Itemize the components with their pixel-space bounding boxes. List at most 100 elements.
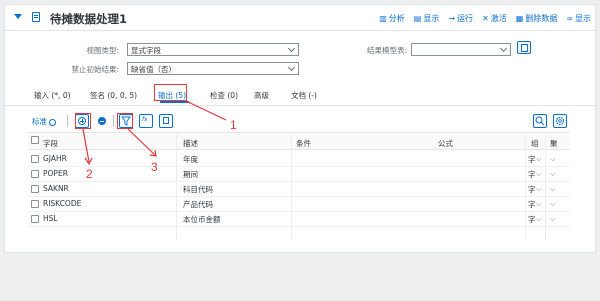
annotation-box-filter-button xyxy=(117,113,133,129)
view-type-label: 视图类型: xyxy=(86,46,119,55)
group-cell[interactable]: 字 xyxy=(528,199,536,210)
search-button[interactable] xyxy=(533,114,547,128)
col-description: 描述 xyxy=(183,139,198,148)
variant-label: 标准 xyxy=(32,117,47,126)
field-cell: HSL xyxy=(43,214,58,223)
chevron-down-icon[interactable]: ⌵ xyxy=(536,185,541,194)
active-tab-indicator xyxy=(160,101,189,103)
chevron-down-icon[interactable]: ⌵ xyxy=(550,155,555,164)
chevron-down-icon xyxy=(499,44,508,53)
result-model-select[interactable] xyxy=(411,43,511,56)
field-cell: RISKCODE xyxy=(43,199,82,208)
tab-input[interactable]: 输入 (*, 0) xyxy=(34,90,71,101)
description-cell: 科目代码 xyxy=(183,185,213,194)
tab-documentation[interactable]: 文档 (-) xyxy=(291,90,317,101)
group-cell[interactable]: 字 xyxy=(528,169,536,180)
display-icon: ▤ xyxy=(413,14,422,23)
disable-init-label: 禁止初始结果: xyxy=(71,65,119,74)
group-cell[interactable]: 字 xyxy=(528,154,536,165)
annotation-number-1: 1 xyxy=(230,118,237,132)
col-aggregate: 聚 xyxy=(550,139,558,148)
settings-button[interactable] xyxy=(553,114,567,128)
table-header: 字段 描述 条件 公式 组 聚 xyxy=(28,132,570,150)
analyze-label: 分析 xyxy=(388,14,405,23)
activate-button[interactable]: ✕ 激活 xyxy=(482,13,507,24)
chevron-down-icon[interactable]: ⌵ xyxy=(536,200,541,209)
remove-row-button[interactable] xyxy=(95,114,109,128)
header-toolbar: ▥ 分析 ▤ 显示 → 运行 ✕ 激活 ▦ 删除数据 ∞ 显示 xyxy=(379,13,591,24)
variant-selector[interactable]: 标准 xyxy=(32,116,56,127)
tab-advanced[interactable]: 高级 xyxy=(254,90,269,101)
display-label: 显示 xyxy=(423,14,440,23)
formula-button[interactable]: fx xyxy=(139,114,153,128)
description-cell: 本位币金额 xyxy=(183,215,221,224)
delete-icon: ▦ xyxy=(515,14,524,23)
annotation-number-3: 3 xyxy=(151,160,158,174)
field-cell: GJAHR xyxy=(43,154,67,163)
display-button[interactable]: ▤ 显示 xyxy=(414,13,440,24)
chevron-down-icon xyxy=(287,63,296,72)
table-row[interactable]: RISKCODE 产品代码 字 ⌵ ⌵ xyxy=(28,197,570,212)
chevron-down-icon[interactable]: ⌵ xyxy=(550,215,555,224)
col-formula: 公式 xyxy=(438,139,453,148)
row-checkbox[interactable] xyxy=(31,200,39,208)
table-row[interactable]: POPER 期间 字 ⌵ ⌵ xyxy=(28,167,570,182)
collapse-icon[interactable] xyxy=(14,14,22,19)
view-type-select[interactable]: 显式字段 xyxy=(127,43,299,56)
bar-chart-icon: ▥ xyxy=(379,14,387,23)
description-cell: 期间 xyxy=(183,170,198,179)
result-model-label: 结果模型表: xyxy=(366,46,407,55)
gear-icon xyxy=(555,116,565,126)
row-checkbox[interactable] xyxy=(31,215,39,223)
activate-icon: ✕ xyxy=(482,14,489,23)
tab-bar: 输入 (*, 0) 签名 (0, 0, 5) 输出 (5) 检查 (0) 高级 … xyxy=(5,88,595,106)
field-cell: SAKNR xyxy=(43,184,69,193)
run-button[interactable]: → 运行 xyxy=(448,13,473,24)
show-button[interactable]: ∞ 显示 xyxy=(566,13,591,24)
disable-init-value: 缺省值（否） xyxy=(131,65,176,74)
chevron-down-icon[interactable]: ⌵ xyxy=(550,200,555,209)
remove-icon xyxy=(98,117,106,125)
description-cell: 产品代码 xyxy=(183,200,213,209)
chevron-down-icon[interactable]: ⌵ xyxy=(536,170,541,179)
chevron-down-icon[interactable]: ⌵ xyxy=(550,170,555,179)
chevron-down-icon[interactable]: ⌵ xyxy=(536,155,541,164)
activate-label: 激活 xyxy=(490,14,507,23)
group-cell[interactable]: 字 xyxy=(528,214,536,225)
run-label: 运行 xyxy=(457,14,474,23)
annotation-number-2: 2 xyxy=(86,167,93,181)
chevron-circle-icon xyxy=(49,118,56,126)
disable-init-select[interactable]: 缺省值（否） xyxy=(127,62,299,75)
select-all-checkbox[interactable] xyxy=(31,136,39,144)
grid-toolbar: 标准 fx xyxy=(28,112,570,130)
row-checkbox[interactable] xyxy=(31,185,39,193)
group-cell[interactable]: 字 xyxy=(528,184,536,195)
copy-button[interactable] xyxy=(159,114,173,128)
annotation-box-add-button xyxy=(75,113,91,129)
value-help-icon[interactable] xyxy=(517,41,531,54)
table-row[interactable]: GJAHR 年度 字 ⌵ ⌵ xyxy=(28,152,570,167)
tab-check[interactable]: 检查 (0) xyxy=(210,90,238,101)
analyze-button[interactable]: ▥ 分析 xyxy=(379,13,405,24)
row-checkbox[interactable] xyxy=(31,155,39,163)
table-row[interactable]: SAKNR 科目代码 字 ⌵ ⌵ xyxy=(28,182,570,197)
main-panel: 待摊数据处理1 ▥ 分析 ▤ 显示 → 运行 ✕ 激活 ▦ 删除数据 ∞ 显示 … xyxy=(4,4,596,253)
glasses-icon: ∞ xyxy=(566,14,573,23)
chevron-down-icon xyxy=(287,44,296,53)
table-row[interactable]: HSL 本位币金额 字 ⌵ ⌵ xyxy=(28,212,570,227)
run-arrow-icon: → xyxy=(448,14,456,23)
document-icon xyxy=(32,12,40,22)
row-checkbox[interactable] xyxy=(31,170,39,178)
view-type-value: 显式字段 xyxy=(131,46,161,55)
search-icon xyxy=(535,116,545,126)
chevron-down-icon[interactable]: ⌵ xyxy=(536,215,541,224)
toolbar-separator xyxy=(67,115,68,127)
chevron-down-icon[interactable]: ⌵ xyxy=(550,185,555,194)
col-group: 组 xyxy=(531,139,539,148)
tab-signature[interactable]: 签名 (0, 0, 5) xyxy=(90,90,137,101)
show-label: 显示 xyxy=(575,14,591,23)
delete-data-label: 删除数据 xyxy=(525,14,558,23)
delete-data-button[interactable]: ▦ 删除数据 xyxy=(516,13,558,24)
annotation-box-output-tab xyxy=(154,84,187,101)
col-field: 字段 xyxy=(43,139,58,148)
